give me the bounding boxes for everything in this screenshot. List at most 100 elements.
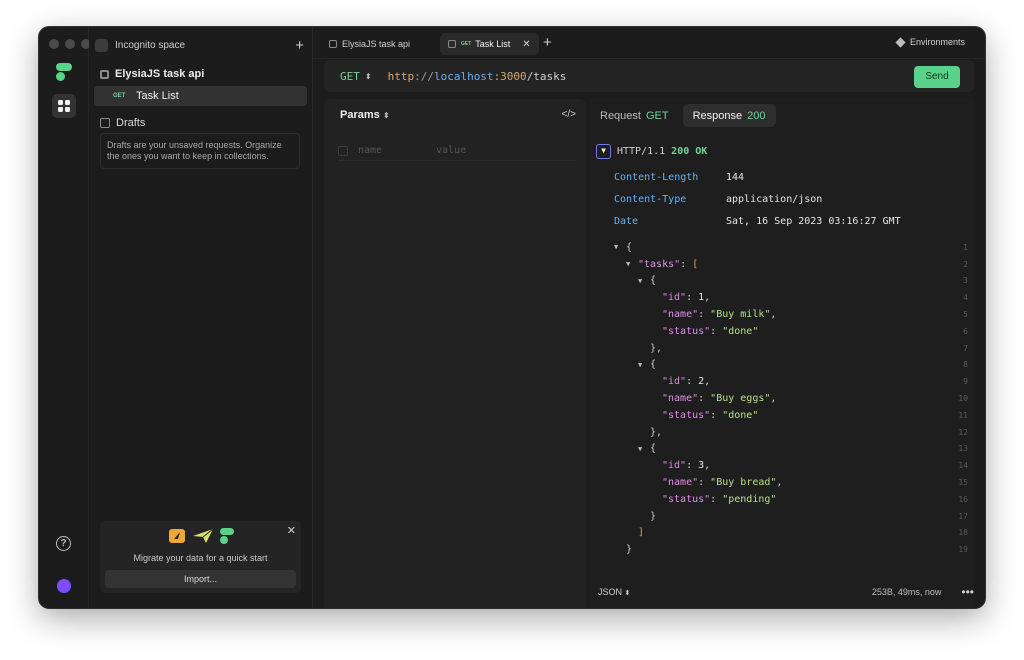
url-input[interactable]: http://localhost:3000/tasks [388,70,567,83]
format-select[interactable]: JSON ⬍ [598,587,630,597]
json-code: { [650,275,656,286]
drafts-note: Drafts are your unsaved requests. Organi… [100,133,300,169]
line-number: 12 [958,427,968,437]
json-code: "tasks": [ [638,259,698,270]
line-number: 10 [958,394,968,404]
json-code: } [650,511,656,522]
param-value-input[interactable]: value [436,145,466,156]
tab-label: Task List [475,39,511,49]
json-line: "name": "Buy bread", 15 [590,474,974,491]
json-code: "id": 2, [662,376,710,387]
fold-toggle-icon[interactable]: ▼ [638,445,642,453]
json-token: "name" [662,309,699,321]
json-token: "status" [662,325,711,337]
collapse-headers-toggle[interactable]: ▼ [596,144,611,159]
request-method-badge: GET [113,93,126,99]
space-selector[interactable]: Incognito space + [95,36,304,54]
json-token: : [686,460,699,472]
json-token: { [650,275,657,287]
json-line: ▼ {1 [590,239,974,256]
code-icon[interactable]: </> [562,109,576,120]
json-token: "done" [722,409,759,421]
grid-icon [58,100,70,112]
fold-toggle-icon[interactable]: ▼ [638,277,642,285]
migrate-card: ✕ Migrate your data for a quick start Im… [100,521,301,593]
json-token: : [686,292,699,304]
close-window-button[interactable] [49,39,59,49]
json-token: , [704,376,711,388]
method-select[interactable]: GET [340,70,360,83]
icon-rail: ? [39,27,91,608]
minimize-window-button[interactable] [65,39,75,49]
line-number: 18 [958,528,968,538]
json-line: } 19 [590,541,974,558]
fold-toggle-icon[interactable]: ▼ [614,243,618,251]
request-pane: Params ⬍ </> name value [324,99,586,608]
json-line: "name": "Buy milk", 5 [590,306,974,323]
chevron-updown-icon: ⬍ [624,590,631,597]
json-line: }, 12 [590,424,974,441]
json-code: "id": 3, [662,460,710,471]
line-number: 14 [958,461,968,471]
tab-label: Request [600,109,641,122]
json-token: : [686,376,699,388]
fold-toggle-icon[interactable]: ▼ [638,361,642,369]
avatar[interactable] [57,579,71,593]
help-icon[interactable]: ? [56,536,71,551]
import-button[interactable]: Import... [105,570,296,588]
tab-request[interactable]: Request GET [590,104,679,127]
json-token: : [698,393,711,405]
main-area: ElysiaJS task api GET Task List ✕ + Envi… [313,27,985,608]
json-token: [ [692,258,699,270]
json-token: "id" [662,460,687,472]
collections-nav-button[interactable] [52,94,76,118]
param-name-input[interactable]: name [358,145,436,156]
collection-item[interactable]: ElysiaJS task api [100,68,204,80]
tab-label: ElysiaJS task api [342,39,411,49]
app-window: ? Incognito space + ElysiaJS task api GE… [39,27,985,608]
tab-collection[interactable]: ElysiaJS task api [321,33,418,55]
fold-toggle-icon[interactable]: ▼ [626,260,630,268]
line-number: 17 [958,511,968,521]
request-icon [448,40,456,48]
line-number: 5 [963,310,968,320]
response-meta: 253B, 49ms, now [871,587,942,597]
environments-button[interactable]: Environments [895,36,965,48]
param-checkbox[interactable] [338,145,348,156]
add-icon[interactable]: + [295,38,304,53]
app-logo-icon [219,528,234,544]
url-separator: :// [414,69,434,83]
collection-icon [329,40,337,48]
json-line: "status": "done" 6 [590,323,974,340]
json-token: "Buy bread" [710,477,777,489]
more-icon[interactable]: ••• [961,585,974,599]
postman-icon [168,529,185,543]
sidebar-request-item[interactable]: GET Task List [94,86,307,106]
json-token: : [698,477,711,489]
json-code: }, [650,427,662,438]
send-button[interactable]: Send [914,66,960,88]
json-line: ▼ {13 [590,441,974,458]
collection-label: ElysiaJS task api [115,68,205,80]
json-line: } 17 [590,508,974,525]
url-host: localhost [433,69,494,83]
json-token: , [776,477,783,489]
paper-plane-icon [192,528,213,543]
tab-label: Response [692,109,743,122]
space-icon [95,38,108,52]
close-icon[interactable]: ✕ [522,39,530,50]
app-logo-icon [56,63,72,81]
json-code: ] [638,527,644,538]
header-key: Date [614,215,639,227]
json-line: ] 18 [590,525,974,542]
json-token: , [770,309,777,321]
new-tab-button[interactable]: + [543,34,552,51]
tab-response[interactable]: Response 200 [682,104,776,127]
json-token: } [650,510,657,522]
tab-task-list[interactable]: GET Task List ✕ [440,33,539,55]
drafts-item[interactable]: Drafts [100,117,145,129]
drafts-label: Drafts [116,117,146,129]
params-dropdown[interactable]: Params ⬍ [340,109,390,121]
json-line: ▼ {8 [590,357,974,374]
json-token: , [704,460,711,472]
